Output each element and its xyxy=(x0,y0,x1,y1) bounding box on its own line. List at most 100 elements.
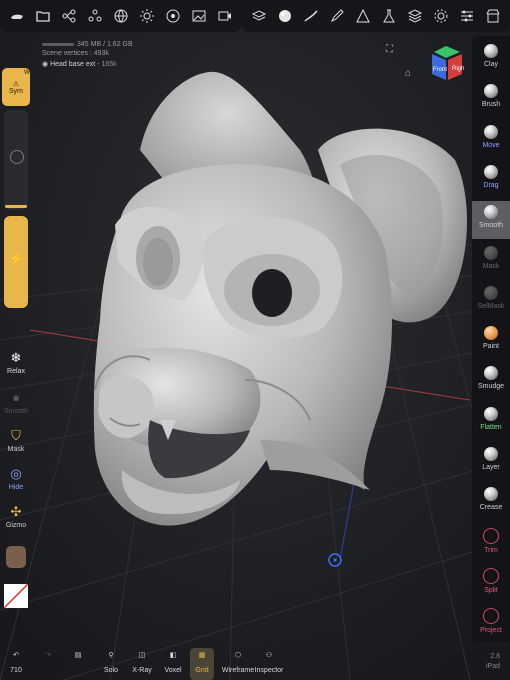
redo-icon: ↷ xyxy=(45,652,51,659)
mesh-label[interactable]: ◉ Head base ext - 165k xyxy=(42,60,117,68)
smooth-left-icon: ● xyxy=(12,390,20,405)
redo-button[interactable]: ↷ xyxy=(38,648,58,680)
sliders-icon[interactable] xyxy=(454,0,480,32)
tool-smooth[interactable]: Smooth xyxy=(472,201,510,240)
flatten-icon xyxy=(484,406,498,421)
inspector-icon: ⚇ xyxy=(265,652,273,659)
split-label: Split xyxy=(484,586,498,594)
paint-icon xyxy=(484,326,498,341)
scene-stats: 345 MB / 1.62 GB Scene vertices : 493k xyxy=(42,40,133,58)
solo-button[interactable]: ⚲ Solo xyxy=(100,648,122,680)
relax-button[interactable]: ❄ Relax xyxy=(0,350,32,375)
store-icon[interactable] xyxy=(480,0,506,32)
material-icon[interactable] xyxy=(160,0,186,32)
mesh-list-icon: ▤ xyxy=(74,652,82,659)
tool-brush[interactable]: Brush xyxy=(472,80,510,118)
mesh-list-button[interactable]: ▤ xyxy=(68,648,88,680)
top-toolbar-right xyxy=(242,0,510,32)
clay-label: Clay xyxy=(483,61,498,68)
layers-icon[interactable] xyxy=(246,0,272,32)
inspector-button[interactable]: ⚇ Inspector xyxy=(254,648,284,680)
radius-slider-fill xyxy=(5,205,27,208)
hide-button[interactable]: ◎ Hide xyxy=(0,466,32,491)
gizmo-button[interactable]: ✣ Gizmo xyxy=(0,504,32,529)
smooth-left-button[interactable]: ● Smooth xyxy=(0,390,32,415)
tool-drag[interactable]: Drag xyxy=(472,161,510,199)
brush-icon xyxy=(484,84,498,99)
app-version: 2.8 xyxy=(490,653,500,660)
stroke-icon[interactable] xyxy=(298,0,324,32)
mask-icon xyxy=(484,245,498,260)
stack-icon[interactable] xyxy=(402,0,428,32)
split-icon xyxy=(483,567,499,584)
tool-split[interactable]: Split xyxy=(472,564,510,602)
intensity-slider[interactable]: ⚡ xyxy=(4,216,28,308)
color-swatch[interactable] xyxy=(3,583,29,609)
tool-crease[interactable]: Crease xyxy=(472,483,510,521)
tool-layer[interactable]: Layer xyxy=(472,443,510,481)
symmetry-corner-label: W xyxy=(24,70,30,76)
mask-label: Mask xyxy=(482,262,500,270)
undo-button[interactable]: ↶ 710 xyxy=(6,648,26,680)
mask-left-button[interactable]: ⛉ Mask xyxy=(0,428,32,453)
gizmo-front-label: Front xyxy=(433,67,447,73)
hide-label: Hide xyxy=(8,484,24,491)
wireframe-icon: ⬡ xyxy=(234,652,242,659)
wireframe-button[interactable]: ⬡ Wireframe xyxy=(220,648,256,680)
hide-icon: ◎ xyxy=(10,466,22,481)
topology-icon[interactable] xyxy=(82,0,108,32)
tool-mask[interactable]: Mask xyxy=(472,242,510,280)
view-cube-gizmo[interactable]: Front Righ xyxy=(426,44,466,84)
grid-label: Grid xyxy=(195,667,209,674)
video-icon[interactable] xyxy=(212,0,238,32)
mask-left-icon: ⛉ xyxy=(11,428,21,443)
frame-icon[interactable]: ⛶ xyxy=(386,44,393,55)
voxel-icon: ◧ xyxy=(169,652,177,659)
trim-icon xyxy=(483,527,499,544)
inspector-label: Inspector xyxy=(254,667,284,674)
image-icon[interactable] xyxy=(186,0,212,32)
gear-icon[interactable] xyxy=(428,0,454,32)
tool-clay[interactable]: Clay xyxy=(472,40,510,78)
globe-icon[interactable] xyxy=(108,0,134,32)
smooth-left-label: Smooth xyxy=(3,408,29,415)
settings-icon[interactable] xyxy=(4,0,30,32)
scene-icon[interactable] xyxy=(56,0,82,32)
sphere-icon[interactable] xyxy=(272,0,298,32)
device-info: 2.8 iPad xyxy=(486,652,500,672)
tool-selmask[interactable]: SelMask xyxy=(472,282,510,320)
grid-button[interactable]: ▦ Grid xyxy=(190,648,214,680)
voxel-button[interactable]: ◧ Voxel xyxy=(162,648,184,680)
symmetry-label: Sym xyxy=(9,87,23,95)
smudge-label: Smudge xyxy=(477,383,505,391)
layer-icon xyxy=(484,447,498,461)
folder-icon[interactable] xyxy=(30,0,56,32)
xray-button[interactable]: ◫ X-Ray xyxy=(130,648,154,680)
light-icon[interactable] xyxy=(134,0,160,32)
triangle-icon[interactable] xyxy=(350,0,376,32)
solo-icon: ⚲ xyxy=(108,652,114,659)
material-swatch[interactable] xyxy=(6,546,26,568)
tool-paint[interactable]: Paint xyxy=(472,322,510,360)
smooth-icon xyxy=(484,205,498,220)
drag-label: Drag xyxy=(483,181,499,189)
tool-trim[interactable]: Trim xyxy=(472,524,510,562)
scene-vertices: Scene vertices : 493k xyxy=(42,50,109,57)
tool-smudge[interactable]: Smudge xyxy=(472,362,510,400)
home-icon[interactable]: ⌂ xyxy=(405,68,411,79)
device-platform: iPad xyxy=(485,663,500,670)
radius-slider-knob[interactable] xyxy=(10,150,24,164)
paint-label: Paint xyxy=(483,343,499,351)
tool-move[interactable]: Move xyxy=(472,121,510,159)
tool-flatten[interactable]: Flatten xyxy=(472,403,510,441)
grid-icon: ▦ xyxy=(198,652,206,659)
top-toolbar-left xyxy=(0,0,242,32)
move-label: Move xyxy=(482,141,500,149)
tool-project[interactable]: Project xyxy=(472,604,510,642)
trim-label: Trim xyxy=(484,546,498,554)
flask-icon[interactable] xyxy=(376,0,402,32)
flatten-label: Flatten xyxy=(480,423,502,431)
project-label: Project xyxy=(480,627,502,635)
pen-icon[interactable] xyxy=(324,0,350,32)
viewport-3d[interactable] xyxy=(0,0,510,680)
